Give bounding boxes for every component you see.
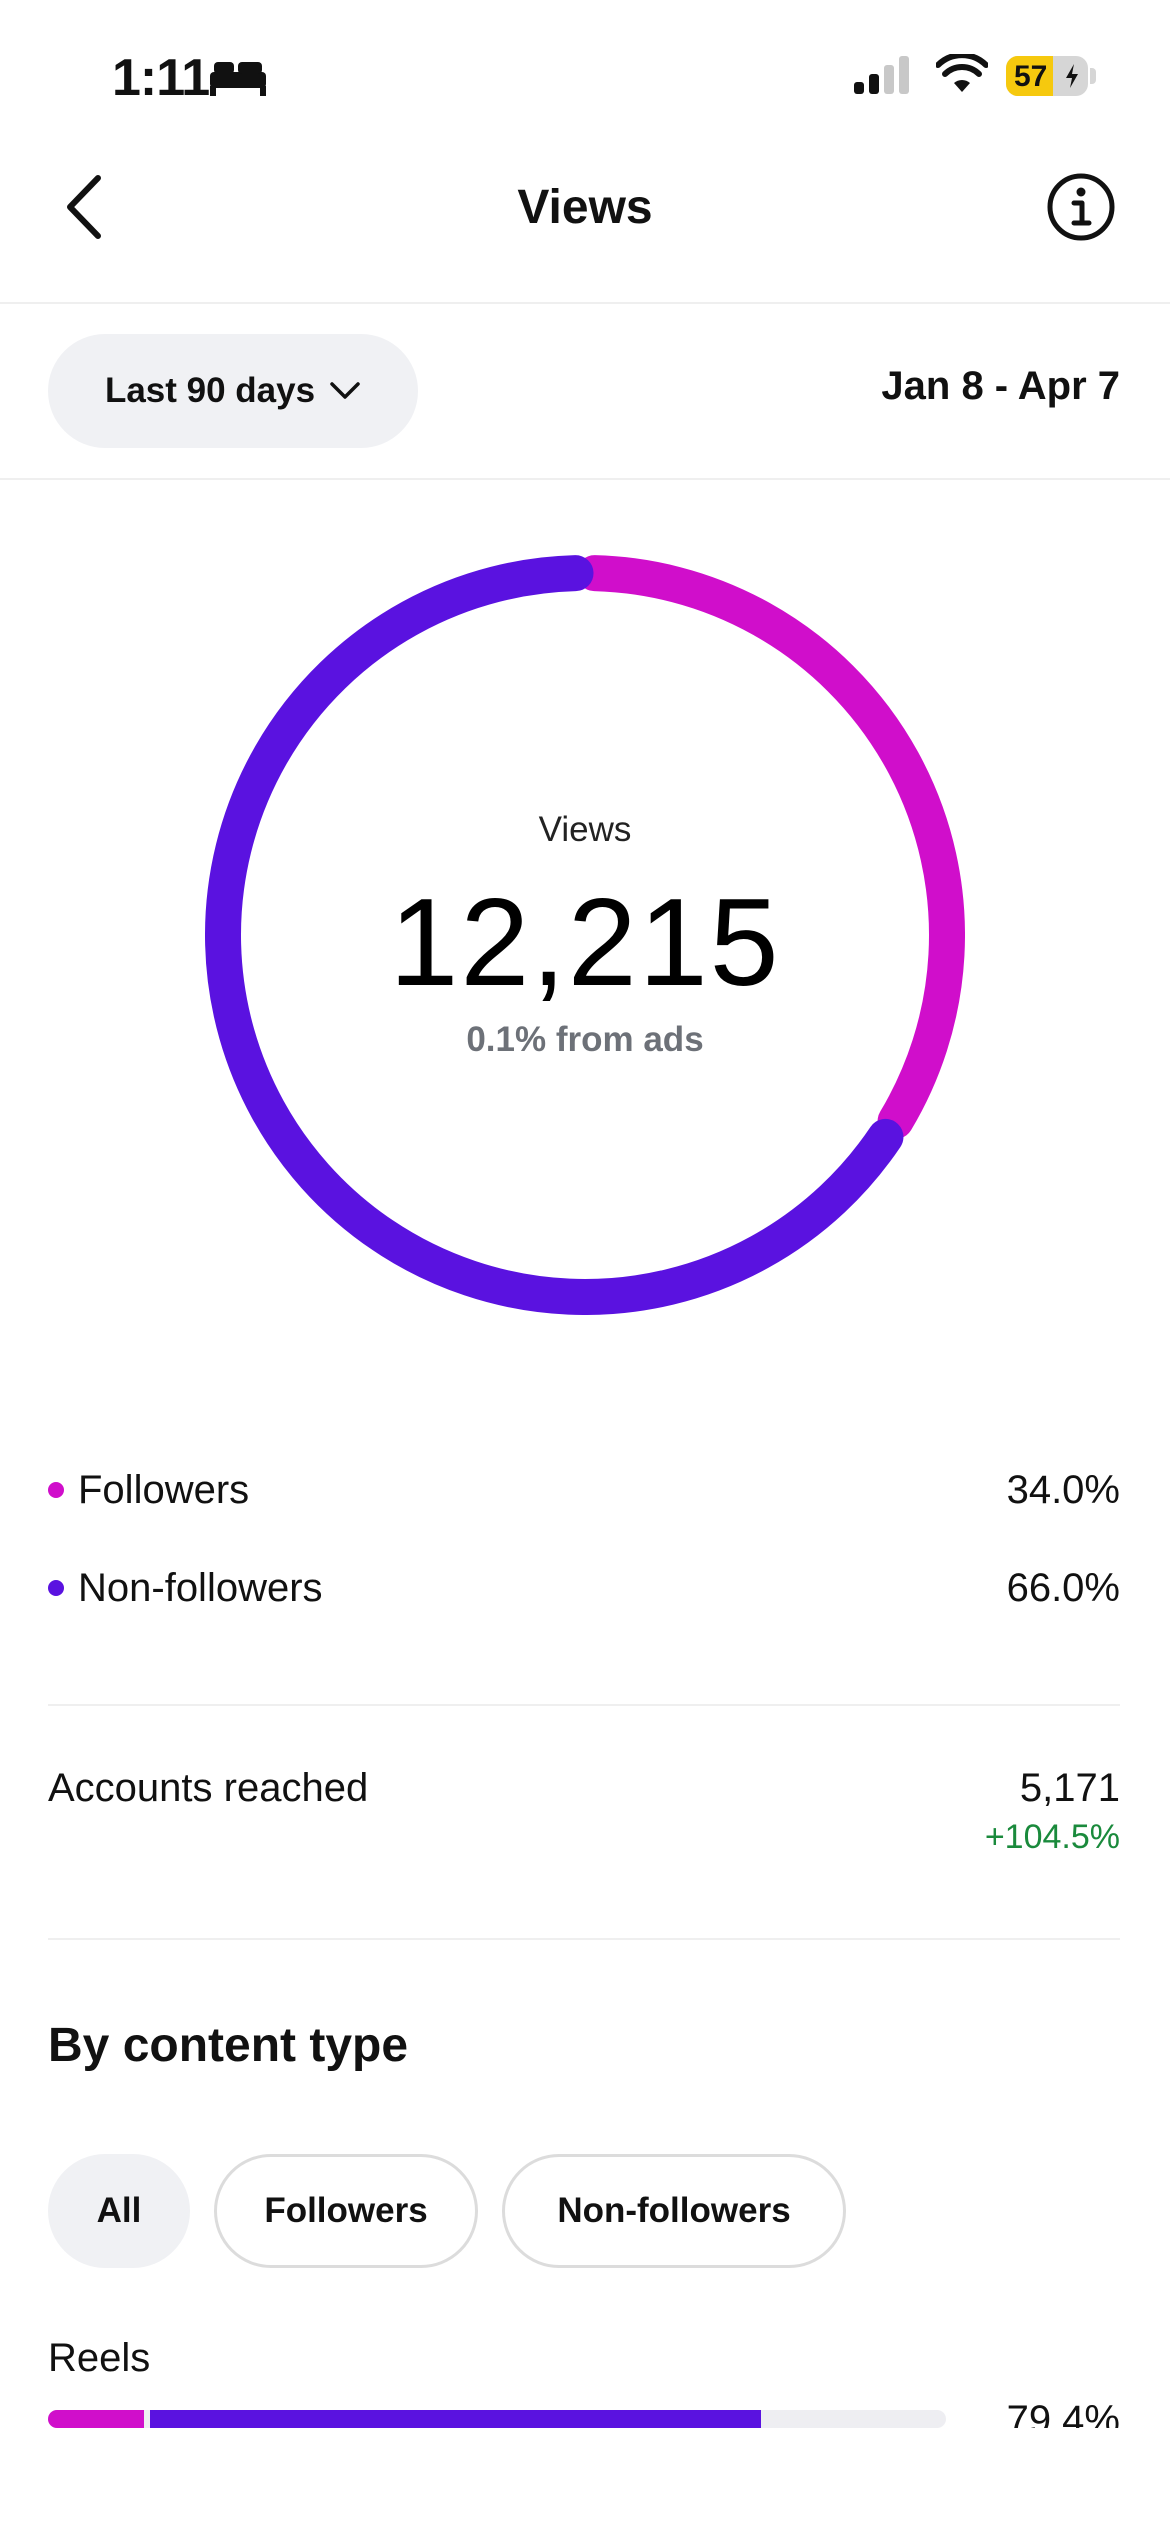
legend-row-non-followers: Non-followers 66.0%: [48, 1558, 1120, 1618]
views-total: 12,215: [389, 874, 781, 1012]
content-type-label: Reels: [48, 2336, 151, 2380]
followers-dot: [48, 1482, 64, 1498]
battery-percent: 57: [1014, 60, 1048, 93]
filter-chip-all[interactable]: All: [48, 2154, 190, 2268]
ads-share: 0.1% from ads: [466, 1020, 704, 1059]
date-range-dropdown[interactable]: Last 90 days: [48, 334, 418, 448]
legend-value: 34.0%: [1006, 1467, 1120, 1512]
date-range-label: Last 90 days: [104, 371, 316, 410]
legend-divider: [48, 1704, 1120, 1706]
filter-divider: [0, 478, 1170, 480]
filter-chip-non-followers[interactable]: Non-followers: [502, 2154, 846, 2268]
chevron-down-icon: [330, 382, 360, 399]
wifi-icon: [935, 52, 989, 99]
page-title: Views: [517, 181, 653, 234]
info-icon: [1047, 173, 1115, 241]
reels-share-bar: [48, 2410, 946, 2428]
legend-row-followers: Followers 34.0%: [48, 1460, 1120, 1520]
accounts-reached-change: +104.5%: [984, 1818, 1120, 1856]
accounts-reached-label: Accounts reached: [48, 1766, 369, 1810]
battery-icon: 57: [1006, 56, 1088, 96]
donut-title: Views: [538, 810, 632, 849]
reels-followers-segment: [48, 2410, 145, 2428]
battery-nub: [1090, 68, 1096, 84]
charging-bolt-icon: [1066, 64, 1078, 88]
accounts-reached-value: 5,171: [1019, 1766, 1120, 1810]
legend-label: Followers: [78, 1467, 250, 1512]
header-divider: [0, 302, 1170, 304]
non-followers-dot: [48, 1580, 64, 1596]
scroll-clip-area: [0, 2428, 1170, 2532]
filter-chip-followers[interactable]: Followers: [214, 2154, 478, 2268]
reels-non-followers-segment: [150, 2410, 761, 2428]
status-time: 1:11: [112, 49, 210, 107]
section-title: By content type: [48, 2019, 409, 2072]
cellular-signal-icon: [852, 56, 912, 101]
date-range-text: Jan 8 - Apr 7: [881, 364, 1120, 408]
legend-value: 66.0%: [1006, 1565, 1120, 1610]
info-button[interactable]: [1046, 172, 1116, 242]
accounts-divider: [48, 1938, 1120, 1940]
sleep-focus-icon: [208, 58, 268, 103]
legend-label: Non-followers: [78, 1565, 323, 1610]
